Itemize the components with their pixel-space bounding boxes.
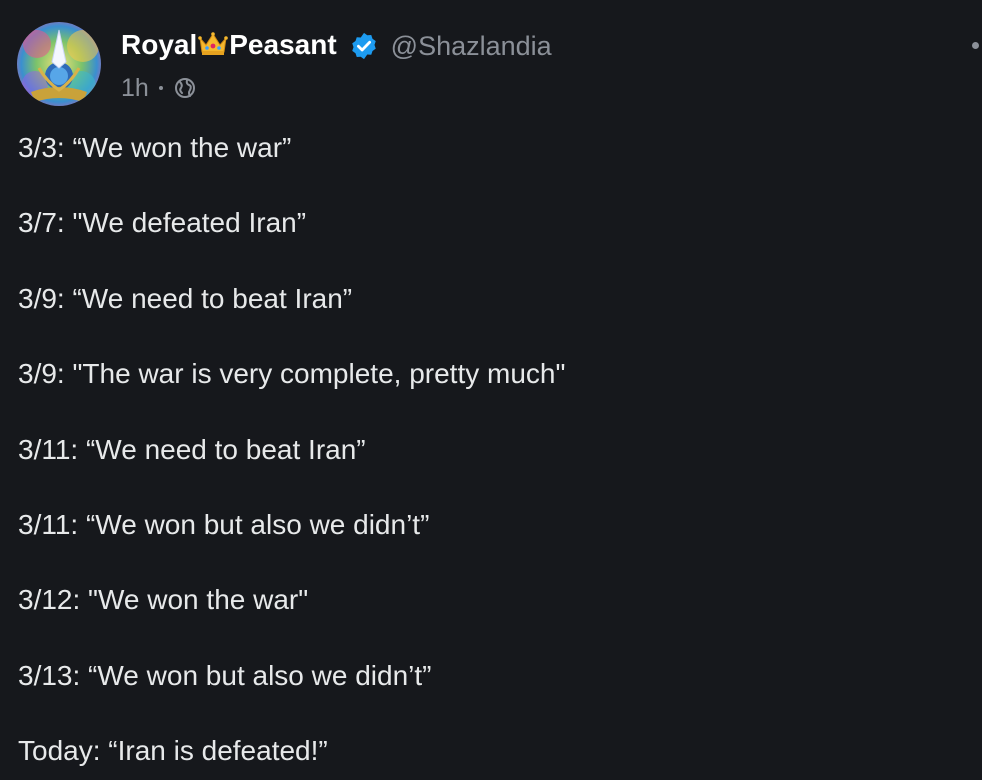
post-line: 3/9: "The war is very complete, pretty m… <box>18 358 566 390</box>
post-line: 3/11: “We need to beat Iran” <box>18 433 366 465</box>
avatar[interactable] <box>17 22 101 106</box>
timestamp[interactable]: 1h <box>121 74 149 103</box>
post-text: 3/3: “We won the war” 3/7: "We defeated … <box>18 128 565 780</box>
separator-dot <box>158 86 163 90</box>
more-options-icon[interactable] <box>972 42 979 49</box>
verified-badge-icon[interactable] <box>349 31 379 61</box>
post-line: 3/7: "We defeated Iran” <box>18 207 307 239</box>
handle[interactable]: @Shazlandia <box>391 31 552 62</box>
crown-icon <box>198 31 229 64</box>
post-meta: 1h <box>121 73 197 103</box>
post-header: Royal Peasant @Shazlandia <box>121 28 552 64</box>
globe-icon <box>173 76 197 100</box>
display-name[interactable]: Royal Peasant <box>121 29 337 64</box>
display-name-left: Royal <box>121 28 198 60</box>
post-line: 3/13: “We won but also we didn’t” <box>18 659 432 691</box>
post-line: 3/3: “We won the war” <box>18 132 292 163</box>
post-line: 3/11: “We won but also we didn’t” <box>18 508 430 540</box>
post-line: Today: “Iran is defeated!” <box>18 735 328 767</box>
post-line: 3/12: "We won the war" <box>18 584 309 616</box>
display-name-right: Peasant <box>229 28 337 60</box>
post-line: 3/9: “We need to beat Iran” <box>18 282 353 314</box>
avatar-image <box>17 22 101 106</box>
